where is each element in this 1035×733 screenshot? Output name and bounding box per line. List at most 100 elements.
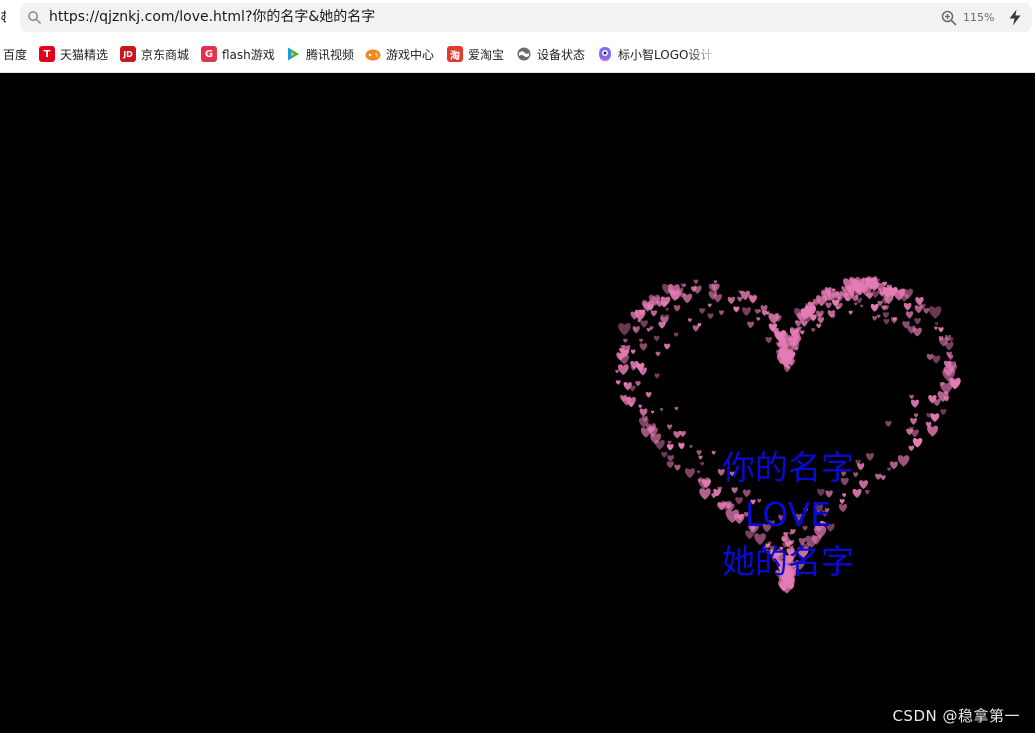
heart-particle bbox=[699, 308, 706, 314]
heart-particle bbox=[801, 320, 808, 327]
heart-particle bbox=[731, 487, 738, 494]
heart-particle bbox=[632, 325, 640, 334]
heart-particle bbox=[909, 394, 914, 400]
bookmarks-bar: 百度 T 天猫精选 JD 京东商城 G flash游戏 腾讯视频 游戏中心 淘 … bbox=[0, 43, 1035, 65]
heart-particle bbox=[645, 391, 652, 398]
heart-particle bbox=[693, 285, 702, 294]
heart-particle bbox=[815, 310, 824, 319]
heart-particle bbox=[674, 464, 681, 471]
bookmark-biaoxiaozhi[interactable]: 标小智LOGO设计 bbox=[597, 43, 719, 65]
heart-particle bbox=[938, 327, 944, 333]
jd-icon: JD bbox=[120, 46, 136, 62]
heart-particle bbox=[923, 307, 930, 314]
heart-particle bbox=[692, 325, 700, 332]
bookmark-label: 游戏中心 bbox=[386, 47, 435, 62]
heart-particle bbox=[854, 302, 858, 306]
heart-particle bbox=[768, 313, 780, 325]
biaoxiaozhi-icon bbox=[597, 46, 613, 62]
heart-particle bbox=[618, 323, 631, 336]
tencent-video-icon bbox=[285, 46, 301, 62]
heart-particle bbox=[910, 399, 920, 408]
heart-particle bbox=[756, 317, 761, 322]
heart-particle bbox=[667, 440, 672, 445]
bookmark-label: 腾讯视频 bbox=[306, 47, 355, 62]
browser-chrome: む https://qjznkj.com/love.html?你的名字&她的名字… bbox=[0, 0, 1035, 73]
heart-particle bbox=[639, 408, 648, 417]
heart-particle bbox=[665, 307, 669, 312]
bookmark-label: 设备状态 bbox=[537, 47, 586, 62]
bookmark-flash-game[interactable]: G flash游戏 bbox=[201, 43, 275, 65]
heart-particle bbox=[876, 314, 881, 319]
address-bar[interactable]: https://qjznkj.com/love.html?你的名字&她的名字 1… bbox=[20, 3, 1032, 32]
heart-particle bbox=[940, 409, 947, 416]
heart-particle bbox=[754, 309, 760, 315]
heart-particle bbox=[615, 380, 621, 385]
bookmark-jd[interactable]: JD 京东商城 bbox=[120, 43, 189, 65]
heart-particle bbox=[927, 425, 939, 437]
heart-particle bbox=[667, 455, 674, 462]
zoom-icon[interactable] bbox=[941, 10, 957, 26]
game-center-icon bbox=[365, 46, 381, 62]
heart-particle bbox=[825, 302, 832, 309]
heart-particle bbox=[666, 424, 673, 430]
heart-particle bbox=[883, 318, 890, 325]
heart-particle bbox=[673, 305, 681, 312]
heart-particle bbox=[639, 343, 648, 351]
heart-particle bbox=[912, 438, 923, 448]
heart-particle bbox=[885, 420, 892, 427]
heart-particle bbox=[929, 306, 942, 319]
love-canvas: 你的名字 LOVE 她的名字 CSDN @稳拿第一 bbox=[0, 73, 1035, 733]
bookmark-device-status[interactable]: 设备状态 bbox=[516, 43, 585, 65]
bookmark-baidu[interactable]: 百度 bbox=[3, 43, 27, 65]
heart-particle bbox=[666, 443, 674, 451]
heart-particle bbox=[811, 328, 816, 333]
heart-particle bbox=[664, 343, 671, 350]
bookmark-label: 京东商城 bbox=[141, 47, 190, 62]
heart-particle bbox=[860, 304, 864, 308]
heart-particle bbox=[872, 315, 878, 321]
heart-particle bbox=[816, 323, 822, 329]
zoom-level[interactable]: 115% bbox=[963, 10, 994, 25]
heart-particle bbox=[934, 326, 938, 331]
home-icon[interactable]: む bbox=[0, 9, 6, 27]
heart-particle bbox=[912, 327, 922, 337]
heart-particle bbox=[747, 321, 755, 329]
heart-particle bbox=[674, 406, 679, 411]
bookmark-label: 百度 bbox=[3, 47, 28, 62]
csdn-watermark: CSDN @稳拿第一 bbox=[892, 707, 1020, 725]
heart-particle bbox=[673, 431, 681, 439]
heart-particle bbox=[653, 335, 660, 342]
url-text[interactable]: https://qjznkj.com/love.html?你的名字&她的名字 bbox=[49, 8, 375, 27]
heart-particle bbox=[933, 398, 941, 407]
heart-particle bbox=[908, 445, 915, 452]
bookmark-tmall[interactable]: T 天猫精选 bbox=[39, 43, 108, 65]
heart-particle bbox=[639, 338, 643, 343]
heart-particle bbox=[635, 380, 641, 387]
heart-particle bbox=[905, 311, 914, 319]
heart-particle bbox=[713, 280, 718, 284]
heart-particle bbox=[623, 338, 628, 343]
heart-particle bbox=[630, 349, 636, 355]
lightning-icon[interactable] bbox=[1007, 9, 1023, 26]
heart-particle bbox=[651, 410, 655, 414]
her-name-text: 她的名字 bbox=[722, 542, 854, 581]
heart-particle bbox=[666, 461, 674, 469]
heart-particle bbox=[640, 320, 648, 328]
heart-particle bbox=[707, 303, 712, 308]
heart-particle bbox=[871, 290, 879, 299]
heart-particle bbox=[910, 418, 917, 425]
heart-particle bbox=[882, 312, 890, 319]
heart-particle bbox=[727, 296, 735, 305]
heart-particle bbox=[615, 369, 619, 374]
heart-particle bbox=[707, 313, 714, 320]
heart-particle bbox=[870, 303, 879, 312]
heart-particle bbox=[913, 413, 919, 418]
heart-particle bbox=[650, 310, 658, 317]
bookmark-aitaobao[interactable]: 淘 爱淘宝 bbox=[447, 43, 504, 65]
heart-particle bbox=[765, 336, 772, 344]
bookmark-tencent-video[interactable]: 腾讯视频 bbox=[285, 43, 354, 65]
flash-game-icon: G bbox=[201, 46, 217, 62]
bookmark-game-center[interactable]: 游戏中心 bbox=[365, 43, 434, 65]
heart-particle bbox=[655, 351, 661, 357]
heart-particle bbox=[718, 310, 724, 316]
